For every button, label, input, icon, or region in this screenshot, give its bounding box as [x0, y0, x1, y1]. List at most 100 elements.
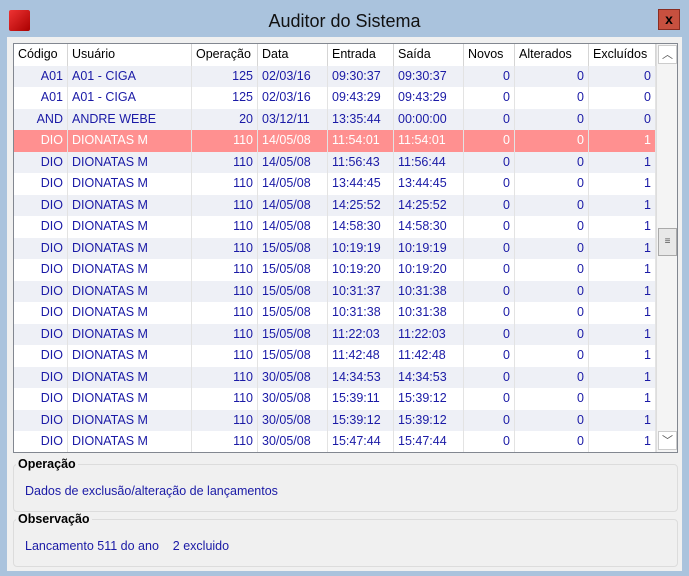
cell-alterados: 0 — [515, 366, 589, 388]
close-button[interactable]: x — [658, 9, 680, 30]
header-alterados[interactable]: Alterados — [515, 44, 589, 66]
cell-usuario: DIONATAS M — [68, 345, 192, 367]
table-row[interactable]: DIO DIONATAS M 110 15/05/08 10:19:19 10:19:19… — [14, 237, 656, 259]
cell-data: 14/05/08 — [258, 151, 328, 173]
cell-saida: 11:56:44 — [394, 151, 464, 173]
cell-codigo: DIO — [14, 366, 68, 388]
table-row[interactable]: DIO DIONATAS M 110 15/05/08 11:22:03 11:22:03… — [14, 323, 656, 345]
cell-data: 30/05/08 — [258, 409, 328, 431]
scroll-thumb[interactable]: ≡ — [658, 228, 677, 256]
cell-codigo: A01 — [14, 65, 68, 87]
cell-operacao: 110 — [192, 366, 258, 388]
cell-entrada: 15:39:11 — [328, 388, 394, 410]
cell-saida: 15:39:12 — [394, 409, 464, 431]
cell-usuario: ANDRE WEBE — [68, 108, 192, 130]
cell-usuario: A01 - CIGA — [68, 87, 192, 109]
window-title: Auditor do Sistema — [268, 11, 421, 31]
cell-novos: 0 — [464, 216, 515, 238]
table-row[interactable]: DIO DIONATAS M 110 14/05/08 14:25:52 14:25:52… — [14, 194, 656, 216]
cell-data: 30/05/08 — [258, 366, 328, 388]
cell-data: 14/05/08 — [258, 173, 328, 195]
cell-operacao: 125 — [192, 87, 258, 109]
cell-entrada: 09:30:37 — [328, 65, 394, 87]
operacao-label: Operação — [16, 457, 78, 471]
cell-novos: 0 — [464, 87, 515, 109]
cell-alterados: 0 — [515, 87, 589, 109]
cell-usuario: DIONATAS M — [68, 280, 192, 302]
cell-codigo: DIO — [14, 409, 68, 431]
cell-novos: 0 — [464, 409, 515, 431]
header-entrada[interactable]: Entrada — [328, 44, 394, 66]
window-client: ︿ ≡ ﹀ Código Usuário Operação Data Entrada Sa… — [7, 37, 682, 571]
table-row[interactable]: DIO DIONATAS M 110 14/05/08 14:58:30 14:58:30… — [14, 216, 656, 238]
cell-novos: 0 — [464, 431, 515, 452]
cell-codigo: DIO — [14, 259, 68, 281]
cell-operacao: 110 — [192, 151, 258, 173]
cell-operacao: 110 — [192, 259, 258, 281]
cell-data: 30/05/08 — [258, 431, 328, 452]
header-excluidos[interactable]: Excluídos — [589, 44, 656, 66]
cell-entrada: 11:42:48 — [328, 345, 394, 367]
vertical-scrollbar[interactable]: ︿ ≡ ﹀ — [656, 44, 677, 452]
cell-excluidos: 1 — [589, 130, 656, 152]
cell-usuario: DIONATAS M — [68, 151, 192, 173]
cell-novos: 0 — [464, 65, 515, 87]
cell-codigo: DIO — [14, 302, 68, 324]
cell-entrada: 10:31:37 — [328, 280, 394, 302]
cell-excluidos: 0 — [589, 65, 656, 87]
cell-novos: 0 — [464, 194, 515, 216]
table-row[interactable]: DIO DIONATAS M 110 14/05/08 13:44:45 13:44:45… — [14, 173, 656, 195]
table-row[interactable]: A01 A01 - CIGA 125 02/03/16 09:30:37 09:30:37… — [14, 65, 656, 87]
cell-excluidos: 1 — [589, 216, 656, 238]
cell-excluidos: 1 — [589, 323, 656, 345]
cell-entrada: 10:31:38 — [328, 302, 394, 324]
grid-header[interactable]: Código Usuário Operação Data Entrada Saída Nov… — [14, 44, 656, 66]
header-operacao[interactable]: Operação — [192, 44, 258, 66]
table-row[interactable]: DIO DIONATAS M 110 15/05/08 11:42:48 11:42:48… — [14, 345, 656, 367]
cell-codigo: AND — [14, 108, 68, 130]
cell-usuario: DIONATAS M — [68, 323, 192, 345]
cell-codigo: A01 — [14, 87, 68, 109]
cell-excluidos: 1 — [589, 280, 656, 302]
table-row[interactable]: DIO DIONATAS M 110 15/05/08 10:19:20 10:19:20… — [14, 259, 656, 281]
scroll-down-icon[interactable]: ﹀ — [658, 431, 677, 450]
cell-usuario: DIONATAS M — [68, 366, 192, 388]
cell-operacao: 110 — [192, 431, 258, 452]
cell-alterados: 0 — [515, 259, 589, 281]
table-row[interactable]: DIO DIONATAS M 110 15/05/08 10:31:38 10:31:38… — [14, 302, 656, 324]
observacao-label: Observação — [16, 512, 92, 526]
cell-novos: 0 — [464, 259, 515, 281]
cell-data: 15/05/08 — [258, 345, 328, 367]
cell-operacao: 110 — [192, 130, 258, 152]
cell-alterados: 0 — [515, 108, 589, 130]
header-saida[interactable]: Saída — [394, 44, 464, 66]
table-row[interactable]: AND ANDRE WEBE 20 03/12/11 13:35:44 00:00:00 0… — [14, 108, 656, 130]
table-row[interactable]: DIO DIONATAS M 110 30/05/08 15:39:11 15:39:12… — [14, 388, 656, 410]
table-row[interactable]: DIO DIONATAS M 110 14/05/08 11:56:43 11:56:44… — [14, 151, 656, 173]
table-row[interactable]: DIO DIONATAS M 110 14/05/08 11:54:01 11:54:01… — [14, 130, 656, 152]
cell-alterados: 0 — [515, 431, 589, 452]
cell-codigo: DIO — [14, 345, 68, 367]
table-row[interactable]: DIO DIONATAS M 110 30/05/08 14:34:53 14:34:53… — [14, 366, 656, 388]
table-row[interactable]: DIO DIONATAS M 110 15/05/08 10:31:37 10:31:38… — [14, 280, 656, 302]
cell-novos: 0 — [464, 388, 515, 410]
scroll-up-icon[interactable]: ︿ — [658, 45, 677, 64]
table-row[interactable]: DIO DIONATAS M 110 30/05/08 15:39:12 15:39:12… — [14, 409, 656, 431]
cell-alterados: 0 — [515, 237, 589, 259]
cell-usuario: DIONATAS M — [68, 302, 192, 324]
header-data[interactable]: Data — [258, 44, 328, 66]
header-codigo[interactable]: Código — [14, 44, 68, 66]
cell-entrada: 15:47:44 — [328, 431, 394, 452]
cell-excluidos: 0 — [589, 108, 656, 130]
table-row[interactable]: A01 A01 - CIGA 125 02/03/16 09:43:29 09:43:29… — [14, 87, 656, 109]
header-novos[interactable]: Novos — [464, 44, 515, 66]
cell-saida: 15:47:44 — [394, 431, 464, 452]
cell-excluidos: 1 — [589, 151, 656, 173]
cell-saida: 14:25:52 — [394, 194, 464, 216]
table-row[interactable]: DIO DIONATAS M 110 30/05/08 15:47:44 15:47:44… — [14, 431, 656, 452]
cell-entrada: 15:39:12 — [328, 409, 394, 431]
cell-entrada: 11:56:43 — [328, 151, 394, 173]
header-usuario[interactable]: Usuário — [68, 44, 192, 66]
cell-novos: 0 — [464, 130, 515, 152]
cell-entrada: 10:19:20 — [328, 259, 394, 281]
